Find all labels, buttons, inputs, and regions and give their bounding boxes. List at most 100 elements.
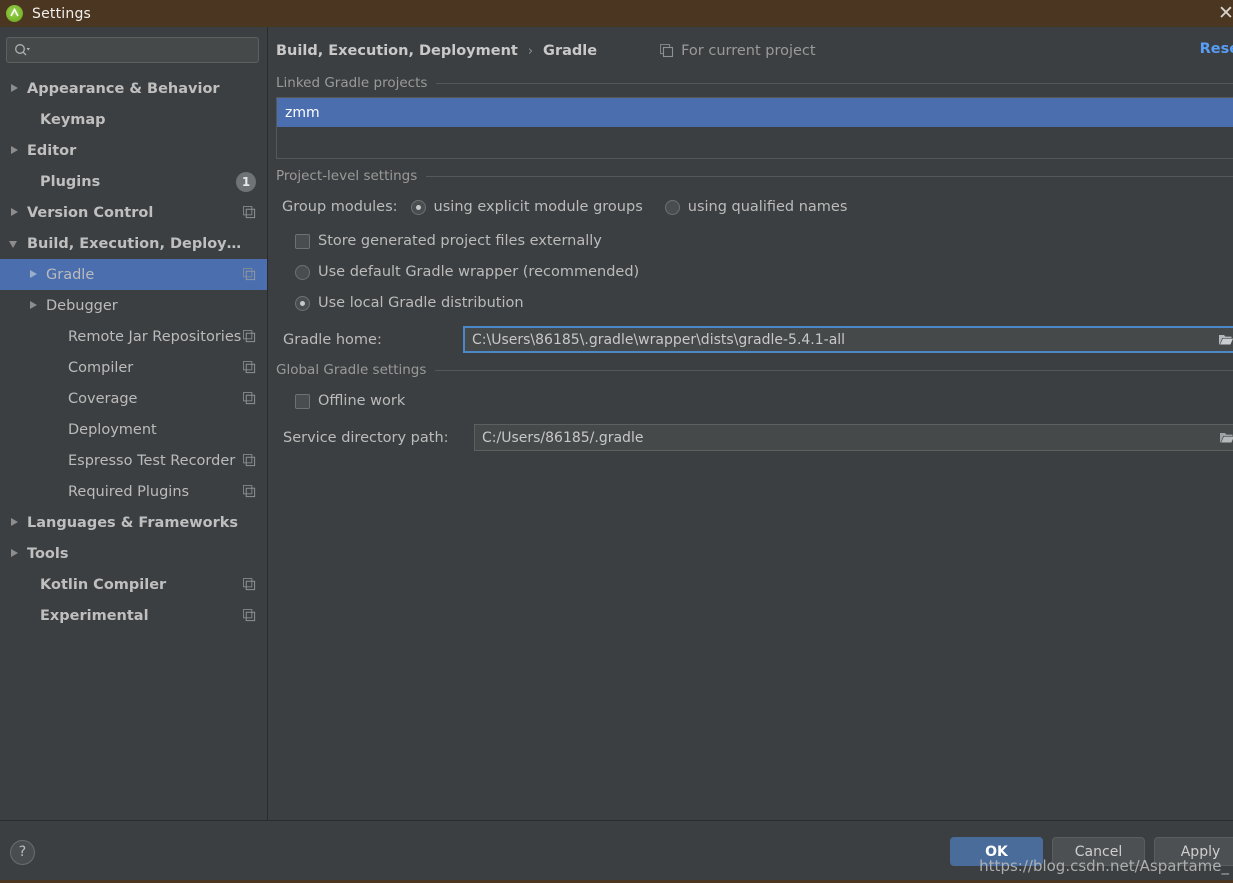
sidebar-item-label: Required Plugins [68, 483, 190, 500]
project-level-section-header: Project-level settings [276, 168, 1233, 184]
sidebar-item-tools[interactable]: Tools [0, 538, 267, 569]
help-button[interactable]: ? [10, 839, 35, 865]
label-use-default-gradle-wrapper: Use default Gradle wrapper (recommended) [318, 264, 640, 280]
linked-project-row[interactable]: zmm [277, 98, 1233, 127]
section-divider [426, 175, 1233, 177]
sidebar-item-compiler[interactable]: Compiler [0, 352, 267, 383]
sidebar-item-coverage[interactable]: Coverage [0, 383, 267, 414]
breadcrumb-separator: › [527, 43, 534, 59]
radio-use-local-gradle-distribution[interactable] [295, 295, 310, 311]
sidebar-item-build-execution-deployment[interactable]: Build, Execution, Deployment [0, 228, 267, 259]
gradle-home-row: Gradle home: C:\Users\86185\.gradle\wrap… [276, 326, 1233, 353]
sidebar-item-debugger[interactable]: Debugger [0, 290, 267, 321]
linked-projects-section-header: Linked Gradle projects [276, 75, 1233, 91]
chevron-right-icon[interactable] [8, 516, 21, 529]
sidebar-item-experimental[interactable]: Experimental [0, 600, 267, 631]
copy-icon [242, 205, 256, 219]
radio-using-explicit-module-groups[interactable] [410, 199, 426, 215]
folder-icon[interactable] [1213, 328, 1233, 351]
chevron-right-icon[interactable] [8, 206, 21, 219]
chevron-right-icon[interactable] [27, 268, 40, 281]
sidebar-item-editor[interactable]: Editor [0, 135, 267, 166]
sidebar-item-appearance-behavior[interactable]: Appearance & Behavior [0, 73, 267, 104]
linked-projects-title: Linked Gradle projects [276, 75, 428, 91]
chevron-right-icon[interactable] [27, 299, 40, 312]
label-offline-work: Offline work [318, 393, 406, 409]
chevron-down-icon[interactable] [8, 237, 21, 250]
label-use-local-gradle-distribution: Use local Gradle distribution [318, 295, 524, 311]
copy-icon [242, 360, 256, 374]
search-input[interactable] [31, 42, 258, 58]
reset-link[interactable]: Reset [1200, 41, 1233, 57]
breadcrumb-parent: Build, Execution, Deployment [276, 43, 518, 59]
radio-use-default-gradle-wrapper[interactable] [295, 264, 310, 280]
chevron-right-icon[interactable] [8, 144, 21, 157]
copy-icon [242, 391, 256, 405]
sidebar-item-label: Experimental [40, 607, 149, 624]
close-icon[interactable]: ✕ [1213, 2, 1233, 24]
linked-projects-list[interactable]: zmm [276, 97, 1233, 159]
sidebar-item-label: Build, Execution, Deployment [27, 235, 256, 252]
chevron-right-icon[interactable] [8, 82, 21, 95]
section-divider [435, 369, 1233, 371]
service-directory-field[interactable]: C:/Users/86185/.gradle [474, 424, 1233, 451]
scope-label: For current project [681, 43, 816, 59]
folder-icon[interactable] [1214, 425, 1233, 450]
settings-body: Appearance & Behavior Keymap Editor Plugins… [0, 27, 1233, 820]
search-icon [14, 43, 31, 57]
window-title: Settings [32, 5, 92, 22]
sidebar-item-gradle[interactable]: Gradle [0, 259, 267, 290]
global-settings-title: Global Gradle settings [276, 362, 427, 378]
android-studio-icon [6, 5, 23, 22]
checkbox-store-generated-files-externally[interactable] [295, 233, 310, 249]
service-directory-value: C:/Users/86185/.gradle [482, 429, 644, 446]
sidebar-item-deployment[interactable]: Deployment [0, 414, 267, 445]
sidebar-item-keymap[interactable]: Keymap [0, 104, 267, 135]
copy-icon [242, 577, 256, 591]
copy-icon [242, 484, 256, 498]
search-box[interactable] [6, 37, 259, 63]
sidebar-item-label: Plugins [40, 173, 101, 190]
sidebar-item-label: Kotlin Compiler [40, 576, 167, 593]
sidebar-item-label: Appearance & Behavior [27, 80, 220, 97]
label-using-explicit-module-groups: using explicit module groups [433, 199, 643, 215]
settings-window: Settings ✕ Appearance & Behavior Keymap … [0, 0, 1233, 883]
copy-icon [242, 267, 256, 281]
checkbox-offline-work[interactable] [295, 393, 310, 409]
sidebar-item-label: Gradle [46, 266, 95, 283]
radio-using-qualified-names[interactable] [664, 199, 680, 215]
sidebar-item-languages-frameworks[interactable]: Languages & Frameworks [0, 507, 267, 538]
sidebar-item-kotlin-compiler[interactable]: Kotlin Compiler [0, 569, 267, 600]
cancel-button[interactable]: Cancel [1052, 837, 1145, 866]
copy-icon [242, 453, 256, 467]
section-divider [436, 82, 1233, 84]
sidebar-item-label: Remote Jar Repositories [68, 328, 242, 345]
project-level-title: Project-level settings [276, 168, 418, 184]
settings-tree: Appearance & Behavior Keymap Editor Plugins… [0, 69, 267, 820]
gradle-home-label: Gradle home: [283, 331, 382, 348]
settings-sidebar: Appearance & Behavior Keymap Editor Plugins… [0, 27, 268, 820]
ok-button[interactable]: OK [950, 837, 1043, 866]
sidebar-item-remote-jar-repositories[interactable]: Remote Jar Repositories [0, 321, 267, 352]
sidebar-item-label: Version Control [27, 204, 154, 221]
dialog-footer: ? OK Cancel Apply https://blog.csdn.net/… [0, 820, 1233, 883]
scope-indicator: For current project [660, 43, 816, 59]
apply-button[interactable]: Apply [1154, 837, 1233, 866]
settings-main-panel: Build, Execution, Deployment › Gradle Fo… [268, 27, 1233, 820]
label-using-qualified-names: using qualified names [687, 199, 848, 215]
chevron-right-icon[interactable] [8, 547, 21, 560]
sidebar-item-plugins[interactable]: Plugins 1 [0, 166, 267, 197]
use-default-wrapper-row: Use default Gradle wrapper (recommended) [276, 258, 1233, 286]
sidebar-item-required-plugins[interactable]: Required Plugins [0, 476, 267, 507]
gradle-home-field[interactable]: C:\Users\86185\.gradle\wrapper\dists\gra… [463, 326, 1233, 353]
sidebar-item-espresso-test-recorder[interactable]: Espresso Test Recorder [0, 445, 267, 476]
sidebar-item-version-control[interactable]: Version Control [0, 197, 267, 228]
breadcrumb: Build, Execution, Deployment › Gradle Fo… [268, 27, 1233, 75]
linked-project-label: zmm [285, 104, 320, 121]
